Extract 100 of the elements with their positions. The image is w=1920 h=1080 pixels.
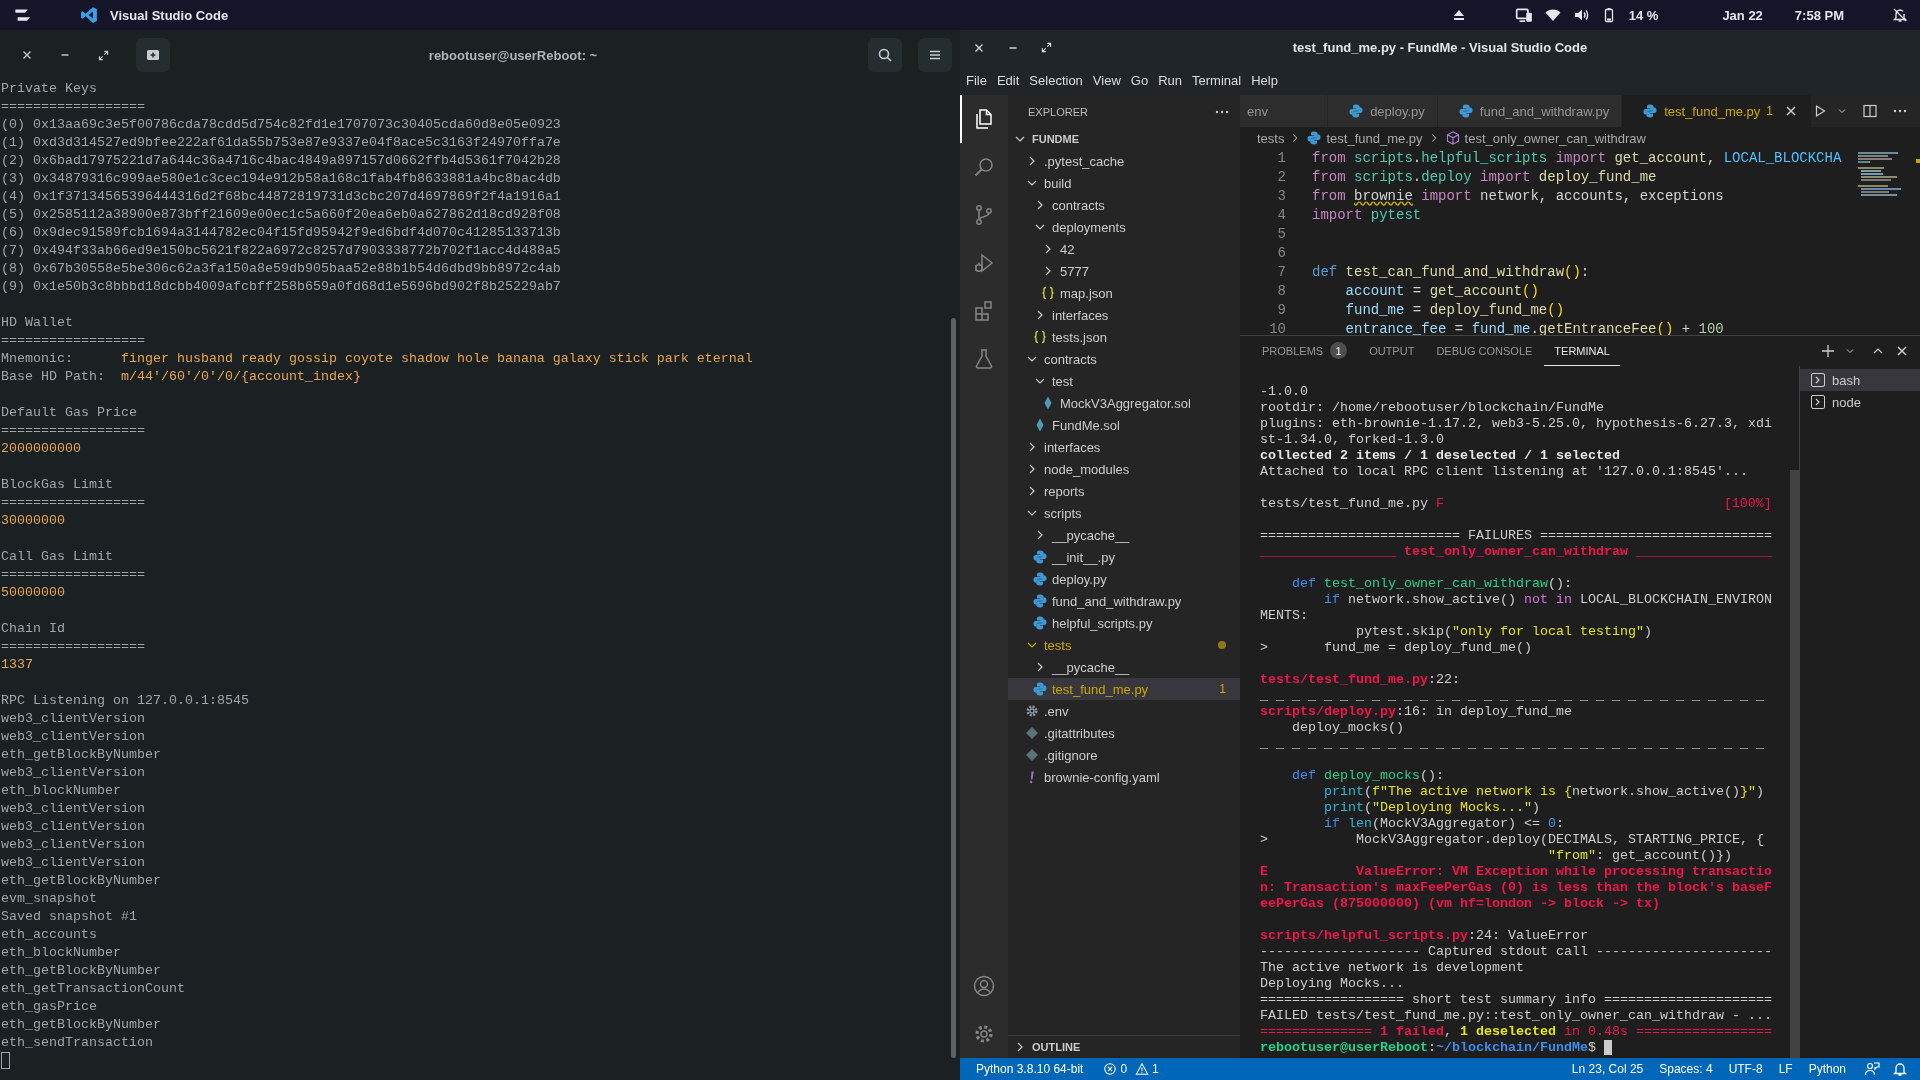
panel-tab[interactable]: DEBUG CONSOLE — [1426, 336, 1543, 366]
panel-tab[interactable]: PROBLEMS 1 — [1252, 336, 1358, 366]
app-icon[interactable] — [80, 6, 98, 24]
tree-item[interactable]: .gitignore — [1008, 744, 1240, 766]
editor-tab[interactable]: fund_and_withdraw.py — [1437, 95, 1623, 127]
menu-item[interactable]: Go — [1125, 69, 1154, 91]
tree-item[interactable]: build — [1008, 172, 1240, 194]
status-item[interactable]: Spaces: 4 — [1653, 1062, 1719, 1076]
plus-icon[interactable] — [1820, 343, 1836, 359]
terminal-line: FAILED tests/test_fund_me.py::test_only_owner_can_withdraw - ... — [1260, 1008, 1772, 1024]
terminal-line: Deploying Mocks... — [1260, 976, 1404, 992]
battery-level: 14 % — [1628, 7, 1659, 23]
panel-tab[interactable]: OUTPUT — [1359, 336, 1425, 366]
menu-item[interactable]: Help — [1246, 69, 1283, 91]
code-line: from brownie import network, accounts, exceptions — [1312, 187, 1724, 206]
tree-item[interactable]: brownie-config.yaml — [1008, 766, 1240, 788]
search-button[interactable] — [868, 38, 902, 72]
maximize-icon[interactable] — [1040, 41, 1053, 54]
tree-item[interactable]: FundMe.sol — [1008, 414, 1240, 436]
tree-item[interactable]: __pycache__ — [1008, 524, 1240, 546]
tree-item[interactable]: deployments — [1008, 216, 1240, 238]
tree-item[interactable]: contracts — [1008, 348, 1240, 370]
terminal-line: eth_getBlockByNumber — [1, 873, 161, 888]
terminal-line: eth_gasPrice — [1, 999, 97, 1014]
tree-item[interactable]: helpful_scripts.py — [1008, 612, 1240, 634]
tree-item[interactable]: deploy.py — [1008, 568, 1240, 590]
notifications-off-icon[interactable] — [1892, 7, 1908, 23]
terminal-line: web3_clientVersion — [1, 837, 145, 852]
menu-item[interactable]: View — [1087, 69, 1126, 91]
tree-item[interactable]: __init__.py — [1008, 546, 1240, 568]
tree-item[interactable]: MockV3Aggregator.sol — [1008, 392, 1240, 414]
terminal-line: scripts/helpful_scripts.py:24: ValueError — [1260, 928, 1588, 944]
logo-icon[interactable] — [12, 6, 30, 24]
editor-tab[interactable]: deploy.py — [1328, 95, 1438, 127]
tree-item[interactable]: 42 — [1008, 238, 1240, 260]
scrollbar[interactable] — [1790, 470, 1799, 1058]
volume-icon[interactable] — [1572, 7, 1589, 23]
new-tab-button[interactable] — [136, 38, 170, 72]
terminal-line: -1.0.0 — [1260, 384, 1308, 400]
split-editor-icon[interactable] — [1862, 103, 1878, 119]
terminal-line: RPC Listening on 127.0.0.1:8545 — [1, 693, 249, 708]
terminal-line: (0) 0x13aa69c3e5f00786cda78cdd5d754c82fd1e1707073c30405cda60d8e05e0923 — [1, 117, 561, 132]
tree-item[interactable]: scripts — [1008, 502, 1240, 524]
terminal-line: 30000000 — [1, 513, 65, 528]
status-item[interactable]: Ln 23, Col 25 — [1565, 1062, 1650, 1076]
tree-item[interactable]: tests.json — [1008, 326, 1240, 348]
feedback-icon[interactable] — [1864, 1061, 1880, 1077]
line-number: 10 — [1268, 320, 1287, 335]
editor-tab[interactable]: test_fund_me.py 1 — [1622, 95, 1812, 127]
tree-item[interactable]: reports — [1008, 480, 1240, 502]
menu-item[interactable]: File — [961, 69, 992, 91]
tree-item[interactable]: __pycache__ — [1008, 656, 1240, 678]
terminal-line: _ _ _ _ _ _ _ _ _ _ _ _ _ _ _ _ _ _ _ _ _ _ _ _ _ _ _ _ _ _ _ _ — [1260, 736, 1764, 752]
terminal-instance[interactable]: node — [1800, 391, 1920, 413]
maximize-icon[interactable] — [96, 48, 110, 62]
status-item[interactable]: Python — [1802, 1062, 1852, 1076]
tree-item[interactable]: .env — [1008, 700, 1240, 722]
breadcrumb[interactable]: tests — [1257, 130, 1285, 146]
terminal-line: scripts/deploy.py:16: in deploy_fund_me — [1260, 704, 1572, 720]
display-icon[interactable] — [1514, 6, 1533, 24]
panel-title: EXPLORER — [1028, 105, 1088, 118]
editor-tab[interactable]: env — [1240, 95, 1329, 127]
menu-item[interactable]: Run — [1153, 69, 1187, 91]
tree-item[interactable]: fund_and_withdraw.py — [1008, 590, 1240, 612]
problem-count: 1 — [1766, 104, 1773, 118]
tree-item[interactable]: contracts — [1008, 194, 1240, 216]
tree-item[interactable]: 5777 — [1008, 260, 1240, 282]
status-item[interactable]: Python 3.8.10 64-bit — [970, 1062, 1090, 1076]
tree-item[interactable]: interfaces — [1008, 304, 1240, 326]
tree-item[interactable]: interfaces — [1008, 436, 1240, 458]
bell-icon[interactable] — [1892, 1061, 1908, 1077]
terminal-line: ================== — [1, 423, 145, 438]
tree-item[interactable]: map.json — [1008, 282, 1240, 304]
tree-item[interactable]: tests — [1008, 634, 1240, 656]
menu-button[interactable] — [918, 38, 952, 72]
tree-item[interactable]: node_modules — [1008, 458, 1240, 480]
menu-item[interactable]: Selection — [1024, 69, 1088, 91]
tree-item[interactable]: .pytest_cache — [1008, 150, 1240, 172]
tree-item[interactable]: .gitattributes — [1008, 722, 1240, 744]
breadcrumb[interactable]: test_fund_me.py — [1306, 130, 1423, 146]
tree-root[interactable]: FUNDME — [1008, 128, 1240, 150]
scrollbar[interactable] — [951, 318, 956, 1058]
status-item[interactable]: UTF-8 — [1722, 1062, 1769, 1076]
clock[interactable]: 7:58 PM — [1794, 7, 1844, 23]
tree-item[interactable]: test_fund_me.py 1 — [1008, 678, 1240, 700]
menu-item[interactable]: Terminal — [1187, 69, 1247, 91]
problems-status[interactable]: 0 1 — [1097, 1062, 1165, 1076]
status-item[interactable]: LF — [1772, 1062, 1799, 1076]
breadcrumb[interactable]: test_only_owner_can_withdraw — [1444, 130, 1646, 146]
date[interactable]: Jan 22 — [1722, 7, 1763, 23]
terminal-instance[interactable]: bash — [1800, 369, 1920, 391]
terminal-line: ================== — [1, 567, 145, 582]
terminal-line: (1) 0xd3d314527ed9bfee222af61da55b753e87e9337e04f8ace5c3163f24970ffa7e — [1, 135, 561, 150]
tree-item[interactable]: test — [1008, 370, 1240, 392]
menu-item[interactable]: Edit — [991, 69, 1025, 91]
terminal-line: 50000000 — [1, 585, 65, 600]
panel-tab[interactable]: TERMINAL — [1544, 336, 1620, 366]
app-name[interactable]: Visual Studio Code — [110, 7, 229, 23]
wifi-icon[interactable] — [1544, 7, 1561, 23]
terminal-line: Chain Id — [1, 621, 65, 636]
